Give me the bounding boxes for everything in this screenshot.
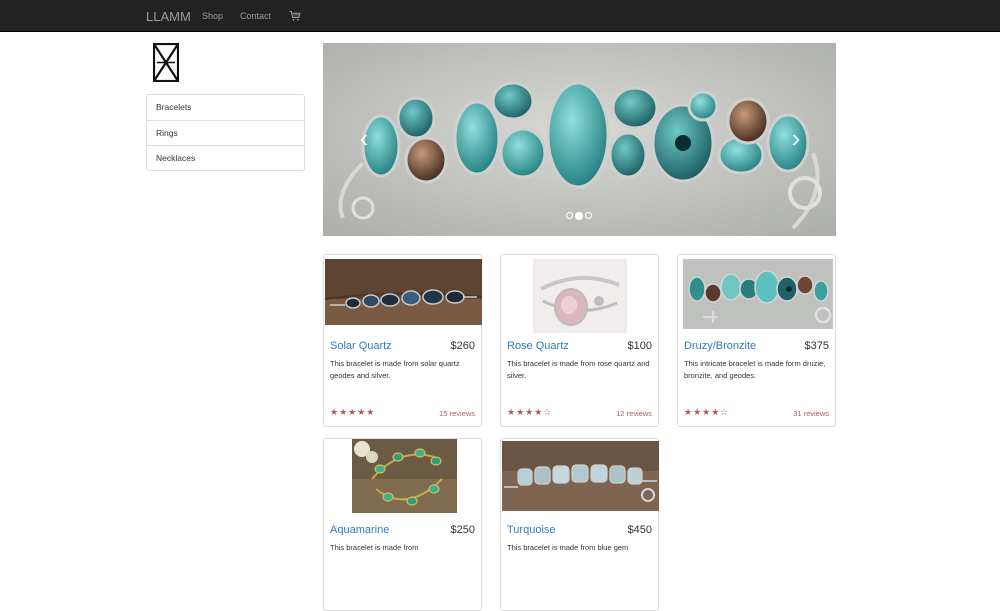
product-name[interactable]: Turquoise [507,524,556,536]
review-count: 31 reviews [793,409,829,418]
product-card: Druzy/Bronzite $375 This intricate brace… [677,254,836,427]
carousel-dot-2[interactable] [575,211,583,220]
product-image[interactable] [502,441,659,511]
product-name[interactable]: Rose Quartz [507,340,569,352]
product-price: $375 [804,340,829,352]
nav-shop-link[interactable]: Shop [202,11,223,21]
category-bracelets[interactable]: Bracelets [147,95,304,120]
product-name[interactable]: Solar Quartz [330,340,392,352]
product-card: Turquoise $450 This bracelet is made fro… [500,438,659,611]
carousel-indicators [566,207,594,220]
product-image[interactable] [325,259,482,325]
product-image[interactable] [683,259,833,329]
product-description: This bracelet is made from solar quartz … [330,359,460,380]
product-price: $450 [627,524,652,536]
rating-stars: ★★★★★ [330,407,376,417]
product-image[interactable] [352,439,457,513]
category-list: Bracelets Rings Necklaces [146,94,305,171]
product-price: $260 [450,340,475,352]
category-rings[interactable]: Rings [147,120,304,145]
logo-icon[interactable] [153,43,179,82]
product-name[interactable]: Aquamarine [330,524,389,536]
carousel-next-button[interactable]: › [785,123,807,153]
rating-stars: ★★★★☆ [507,407,553,417]
brand-link[interactable]: LLAMM [146,9,191,24]
nav-contact-link[interactable]: Contact [240,11,271,21]
product-description: This bracelet is made from [330,543,419,552]
product-card: Aquamarine $250 This bracelet is made fr… [323,438,482,611]
image-carousel[interactable]: ‹ › [323,43,836,236]
rating-stars: ★★★★☆ [684,407,730,417]
product-description: This bracelet is made from rose quartz a… [507,359,650,380]
navbar: LLAMM Shop Contact [0,0,1000,32]
product-image[interactable] [533,259,627,333]
product-price: $250 [450,524,475,536]
review-count: 15 reviews [439,409,475,418]
category-necklaces[interactable]: Necklaces [147,145,304,170]
product-description: This bracelet is made from blue gem [507,543,629,552]
carousel-prev-button[interactable]: ‹ [353,123,375,153]
product-price: $100 [627,340,652,352]
product-card: Solar Quartz $260 This bracelet is made … [323,254,482,427]
product-name[interactable]: Druzy/Bronzite [684,340,756,352]
product-description: This intricate bracelet is made form dru… [684,359,826,380]
product-card: Rose Quartz $100 This bracelet is made f… [500,254,659,427]
review-count: 12 reviews [616,409,652,418]
cart-icon[interactable] [289,10,301,22]
